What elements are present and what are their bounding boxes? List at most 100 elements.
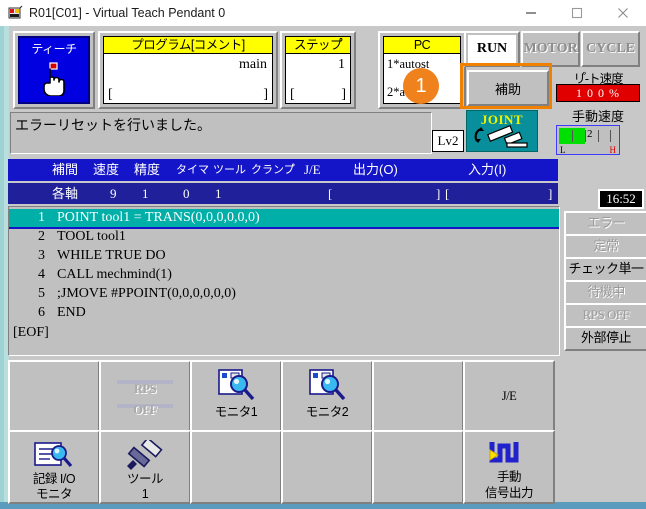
- manual-speed-slider[interactable]: 2 L H: [556, 125, 620, 155]
- code-line-number: 3: [38, 248, 45, 263]
- signal-wave-icon: [488, 438, 530, 473]
- menu-item-clamp[interactable]: クランプ゚: [251, 159, 295, 181]
- code-line[interactable]: 5 ;JMOVE #PPOINT(0,0,0,0,0,0): [9, 285, 559, 303]
- annotation-badge-1: 1: [403, 68, 439, 104]
- status-label: RPS OFF: [582, 307, 630, 322]
- step-field: ステップ゚ 1 [ ]: [285, 36, 351, 104]
- message-text: エラーリセットを行いました。: [15, 117, 211, 133]
- code-line[interactable]: 3 WHILE TRUE DO: [9, 247, 559, 265]
- annotation-badge-number: 1: [415, 74, 427, 97]
- code-line-number: 4: [38, 267, 45, 282]
- program-comment-brackets: [ ]: [108, 87, 268, 102]
- code-line[interactable]: 2 TOOL tool1: [9, 228, 559, 246]
- fkey-f1-top[interactable]: [8, 360, 100, 432]
- close-icon[interactable]: [600, 0, 646, 26]
- code-line[interactable]: 1 POINT tool1 = TRANS(0,0,0,0,0,0): [9, 209, 559, 229]
- program-comment-header: プログラム[コメント]: [104, 37, 272, 54]
- status-label: 待機中: [587, 284, 625, 299]
- code-line-number: 5: [38, 286, 45, 301]
- teach-mode-label: ティーチ: [31, 42, 77, 56]
- program-comment-field: プログラム[コメント] main [ ]: [103, 36, 273, 104]
- menu-item-je[interactable]: J/E: [304, 159, 321, 181]
- menu-item-output[interactable]: 出力(O): [353, 159, 398, 181]
- bracket-open: [: [108, 87, 113, 102]
- hand-pointer-icon: [39, 62, 69, 101]
- step-header: ステップ゚: [286, 37, 350, 54]
- axis-value-speed: 9: [110, 186, 117, 201]
- menu-item-timer[interactable]: タイマ: [176, 159, 209, 181]
- slider-tick: [610, 130, 611, 142]
- teach-mode-indicator: ティーチ: [18, 36, 90, 104]
- teach-mode-button[interactable]: ティーチ: [13, 31, 95, 109]
- slider-tick: [585, 130, 586, 142]
- cycle-button[interactable]: CYCLE: [581, 31, 640, 67]
- fkey-f5-top[interactable]: [372, 360, 464, 432]
- program-comment-value: main: [239, 57, 267, 72]
- fkey-tool-1[interactable]: ツール 1: [99, 430, 191, 504]
- fkey-monitor-1[interactable]: モニタ1: [190, 360, 282, 432]
- step-brackets: [ ]: [290, 87, 346, 102]
- status-item-normal[interactable]: 定常: [564, 234, 646, 259]
- fkey-f4-bot[interactable]: [281, 430, 373, 504]
- status-item-rps-off[interactable]: RPS OFF: [564, 303, 646, 328]
- run-button[interactable]: RUN: [464, 31, 520, 67]
- motor-button-label: MOTOR: [523, 41, 578, 56]
- program-code-list[interactable]: 1 POINT tool1 = TRANS(0,0,0,0,0,0) 2 TOO…: [8, 206, 560, 356]
- fkey-label: モニタ2: [305, 405, 349, 419]
- status-label: エラー: [587, 215, 625, 230]
- fkey-rps-off[interactable]: RPS OFF: [99, 360, 191, 432]
- fkey-je[interactable]: J/E: [463, 360, 555, 432]
- code-line-number: 6: [38, 305, 45, 320]
- manual-speed-high-label: H: [609, 145, 617, 155]
- slider-tick: [572, 130, 573, 142]
- program-comment-panel[interactable]: プログラム[コメント] main [ ]: [98, 31, 278, 109]
- maximize-icon[interactable]: [554, 0, 600, 26]
- manual-speed-low-label: L: [560, 145, 566, 155]
- code-line-text: WHILE TRUE DO: [57, 248, 166, 263]
- aux-button-highlight: [460, 63, 552, 109]
- slider-tick: [598, 130, 599, 142]
- minimize-icon[interactable]: [508, 0, 554, 26]
- axis-value-tool: 1: [215, 186, 222, 201]
- fkey-label-2: モニタ: [35, 487, 73, 501]
- status-item-standby[interactable]: 待機中: [564, 280, 646, 305]
- code-line-number: 2: [38, 229, 45, 244]
- menu-item-hokan[interactable]: 補間: [52, 159, 78, 181]
- fkey-f5-bot[interactable]: [372, 430, 464, 504]
- fkey-label: 記録 I/O: [32, 472, 76, 486]
- window-title: R01[C01] - Virtual Teach Pendant 0: [29, 6, 226, 20]
- fkey-record-io-monitor[interactable]: 記録 I/O モニタ: [8, 430, 100, 504]
- motor-button[interactable]: MOTOR: [521, 31, 580, 67]
- fkey-monitor-2[interactable]: モニタ2: [281, 360, 373, 432]
- fkey-label-2: 信号出力: [484, 486, 534, 500]
- menu-item-seido[interactable]: 精度: [134, 159, 160, 181]
- code-line[interactable]: 6 END: [9, 304, 559, 322]
- manual-speed-value: 2: [587, 128, 593, 140]
- fkey-f3-bot[interactable]: [190, 430, 282, 504]
- code-line-text: POINT tool1 = TRANS(0,0,0,0,0,0): [57, 210, 260, 225]
- bracket-close: ]: [263, 87, 268, 102]
- status-item-check-single[interactable]: チェック単一: [564, 257, 646, 282]
- robot-icon: [7, 5, 23, 21]
- fkey-manual-signal-output[interactable]: 手動 信号出力: [463, 430, 555, 504]
- repeat-speed-value: 1 0 0 %: [576, 86, 620, 100]
- clock-display: 16:52: [598, 189, 644, 209]
- document-magnifier-icon: [33, 440, 75, 475]
- menu-item-input[interactable]: 入力(I): [468, 159, 506, 181]
- code-eof-marker: [EOF]: [13, 325, 49, 340]
- parameter-menu-bar: 補間 速度 精度 タイマ ツール クランプ゚ J/E 出力(O) 入力(I): [8, 159, 558, 181]
- status-item-external-stop[interactable]: 外部停止: [564, 326, 646, 351]
- joint-mode-indicator[interactable]: JOINT: [466, 110, 538, 152]
- axis-output-bracket-open: [: [328, 186, 333, 201]
- code-line[interactable]: 4 CALL mechmind(1): [9, 266, 559, 284]
- menu-item-tool[interactable]: ツール: [213, 159, 246, 181]
- pc-header: PC: [384, 37, 460, 54]
- menu-item-sokudo[interactable]: 速度: [93, 159, 119, 181]
- step-value: 1: [338, 57, 345, 72]
- status-item-error[interactable]: エラー: [564, 211, 646, 236]
- title-bar: R01[C01] - Virtual Teach Pendant 0: [0, 0, 646, 27]
- step-panel[interactable]: ステップ゚ 1 [ ]: [280, 31, 356, 109]
- monitor-magnifier-icon: [216, 368, 256, 407]
- left-edge-strip-inner: [0, 26, 4, 509]
- status-label: 定常: [593, 238, 619, 253]
